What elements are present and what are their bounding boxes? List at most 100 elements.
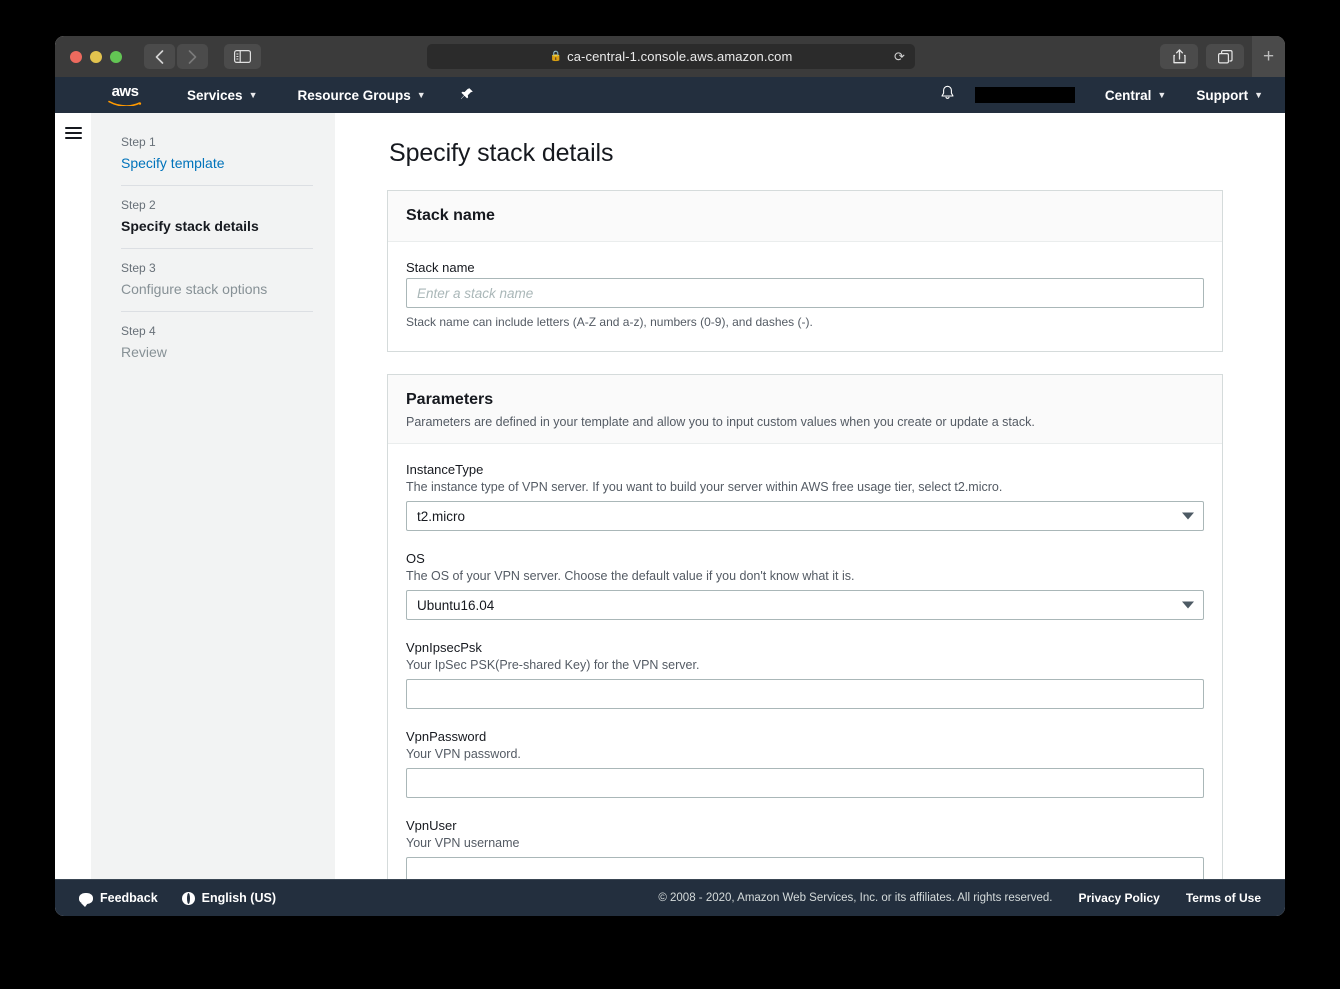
bell-icon[interactable] (940, 85, 955, 105)
language-selector[interactable]: English (US) (181, 891, 276, 905)
pin-icon[interactable] (460, 87, 474, 104)
parameters-card-header: Parameters Parameters are defined in you… (388, 375, 1222, 444)
chevron-down-icon (1182, 601, 1194, 609)
field-description: Your IpSec PSK(Pre-shared Key) for the V… (406, 658, 700, 672)
region-label: Central (1104, 87, 1152, 103)
region-selector[interactable]: Central ▼ (1105, 88, 1166, 103)
language-label: English (US) (201, 891, 276, 905)
footer-left: Feedback English (US) (79, 891, 276, 907)
share-icon[interactable] (1160, 44, 1198, 69)
maximize-window-button[interactable] (110, 50, 122, 63)
page-body: Step 1 Specify template Step 2 Specify s… (55, 113, 1285, 879)
field-label: OS (406, 551, 425, 566)
step-number: Step 3 (121, 261, 156, 275)
support-menu[interactable]: Support ▼ (1196, 88, 1263, 103)
chevron-down-icon: ▼ (1254, 90, 1263, 100)
browser-toolbar-right: + (1160, 36, 1285, 77)
sidebar-toggle-icon[interactable] (224, 44, 261, 69)
feedback-label: Feedback (100, 891, 158, 905)
feedback-button[interactable]: Feedback (79, 891, 158, 907)
left-rail (55, 113, 91, 879)
selected-value: Ubuntu16.04 (417, 597, 495, 613)
forward-icon[interactable] (177, 44, 208, 69)
parameters-card: Parameters Parameters are defined in you… (387, 374, 1223, 879)
sidebar-item-review[interactable]: Step 4 Review (121, 311, 313, 374)
footer-right: © 2008 - 2020, Amazon Web Services, Inc.… (658, 891, 1261, 905)
parameter-vpn-ipsec-psk: VpnIpsecPsk Your IpSec PSK(Pre-shared Ke… (406, 640, 1204, 709)
chevron-down-icon: ▼ (248, 90, 258, 100)
os-select[interactable]: Ubuntu16.04 (406, 590, 1204, 620)
privacy-policy-link[interactable]: Privacy Policy (1078, 891, 1159, 905)
step-label: Review (121, 344, 167, 360)
copyright-text: © 2008 - 2020, Amazon Web Services, Inc.… (658, 892, 1053, 904)
browser-toolbar: 🔒 ca-central-1.console.aws.amazon.com ⟳ … (55, 36, 1285, 77)
address-bar[interactable]: 🔒 ca-central-1.console.aws.amazon.com ⟳ (427, 44, 915, 69)
sidebar-item-specify-template[interactable]: Step 1 Specify template (121, 131, 313, 185)
vpn-password-input[interactable] (406, 768, 1204, 798)
aws-global-navigation: aws Services ▼ Resource Groups ▼ Central… (55, 77, 1285, 113)
page-title: Specify stack details (389, 139, 614, 167)
field-label: InstanceType (406, 462, 484, 477)
services-label: Services (187, 87, 243, 103)
parameter-vpn-password: VpnPassword Your VPN password. (406, 729, 1204, 798)
vpn-ipsec-psk-input[interactable] (406, 679, 1204, 709)
stack-name-input[interactable] (406, 278, 1204, 308)
support-label: Support (1196, 87, 1249, 103)
step-label[interactable]: Specify template (121, 155, 313, 171)
sidebar-item-specify-stack-details[interactable]: Step 2 Specify stack details (121, 185, 313, 248)
services-menu[interactable]: Services ▼ (187, 88, 257, 103)
url-text: ca-central-1.console.aws.amazon.com (567, 49, 793, 64)
parameter-os: OS The OS of your VPN server. Choose the… (406, 551, 1204, 620)
step-number: Step 1 (121, 135, 156, 149)
instance-type-select[interactable]: t2.micro (406, 501, 1204, 531)
globe-icon (181, 891, 195, 905)
terms-of-use-link[interactable]: Terms of Use (1186, 891, 1261, 905)
navigation-buttons (144, 44, 208, 69)
stack-name-hint: Stack name can include letters (A-Z and … (406, 315, 813, 329)
field-label: VpnPassword (406, 729, 487, 744)
reload-icon[interactable]: ⟳ (894, 49, 905, 65)
main-content: Specify stack details Stack name Stack n… (335, 113, 1285, 879)
window-traffic-lights (63, 50, 122, 63)
stack-name-card-body: Stack name Stack name can include letter… (388, 242, 1222, 351)
chevron-down-icon (1182, 512, 1194, 520)
lock-icon: 🔒 (549, 51, 563, 62)
sidebar-item-configure-stack-options[interactable]: Step 3 Configure stack options (121, 248, 313, 311)
step-label: Specify stack details (121, 218, 259, 234)
field-description: Your VPN password. (406, 747, 521, 761)
stack-name-field: Stack name Stack name can include letter… (406, 260, 1204, 329)
back-icon[interactable] (144, 44, 175, 69)
aws-logo[interactable]: aws (103, 84, 147, 106)
account-name-redacted[interactable] (974, 87, 1075, 103)
field-label: Stack name (406, 260, 475, 275)
resource-groups-menu[interactable]: Resource Groups ▼ (297, 88, 425, 103)
hamburger-menu-icon[interactable] (64, 127, 82, 879)
stack-name-card-header: Stack name (388, 191, 1222, 242)
field-description: Your VPN username (406, 836, 520, 850)
field-label: VpnIpsecPsk (406, 640, 482, 655)
page-footer: Feedback English (US) © 2008 - 2020, Ama… (55, 879, 1285, 916)
stack-name-card: Stack name Stack name Stack name can inc… (387, 190, 1223, 352)
step-number: Step 4 (121, 324, 156, 338)
selected-value: t2.micro (417, 508, 466, 524)
tabs-overview-icon[interactable] (1206, 44, 1244, 69)
step-number: Step 2 (121, 198, 156, 212)
parameter-vpn-user: VpnUser Your VPN username (406, 818, 1204, 879)
resource-groups-label: Resource Groups (297, 87, 411, 103)
card-title: Parameters (406, 391, 494, 408)
chevron-down-icon: ▼ (1157, 90, 1167, 100)
minimize-window-button[interactable] (90, 50, 102, 63)
new-tab-button[interactable]: + (1252, 36, 1285, 77)
field-label: VpnUser (406, 818, 457, 833)
step-label: Configure stack options (121, 281, 268, 297)
card-subtitle: Parameters are defined in your template … (406, 415, 1035, 429)
card-title: Stack name (406, 207, 495, 224)
parameters-card-body: InstanceType The instance type of VPN se… (388, 444, 1222, 879)
wizard-steps-sidebar: Step 1 Specify template Step 2 Specify s… (91, 113, 335, 879)
speech-bubble-icon (79, 892, 93, 907)
close-window-button[interactable] (70, 50, 82, 63)
chevron-down-icon: ▼ (416, 90, 426, 100)
browser-window: 🔒 ca-central-1.console.aws.amazon.com ⟳ … (55, 36, 1285, 916)
vpn-user-input[interactable] (406, 857, 1204, 879)
aws-nav-right: Central ▼ Support ▼ (940, 77, 1285, 113)
